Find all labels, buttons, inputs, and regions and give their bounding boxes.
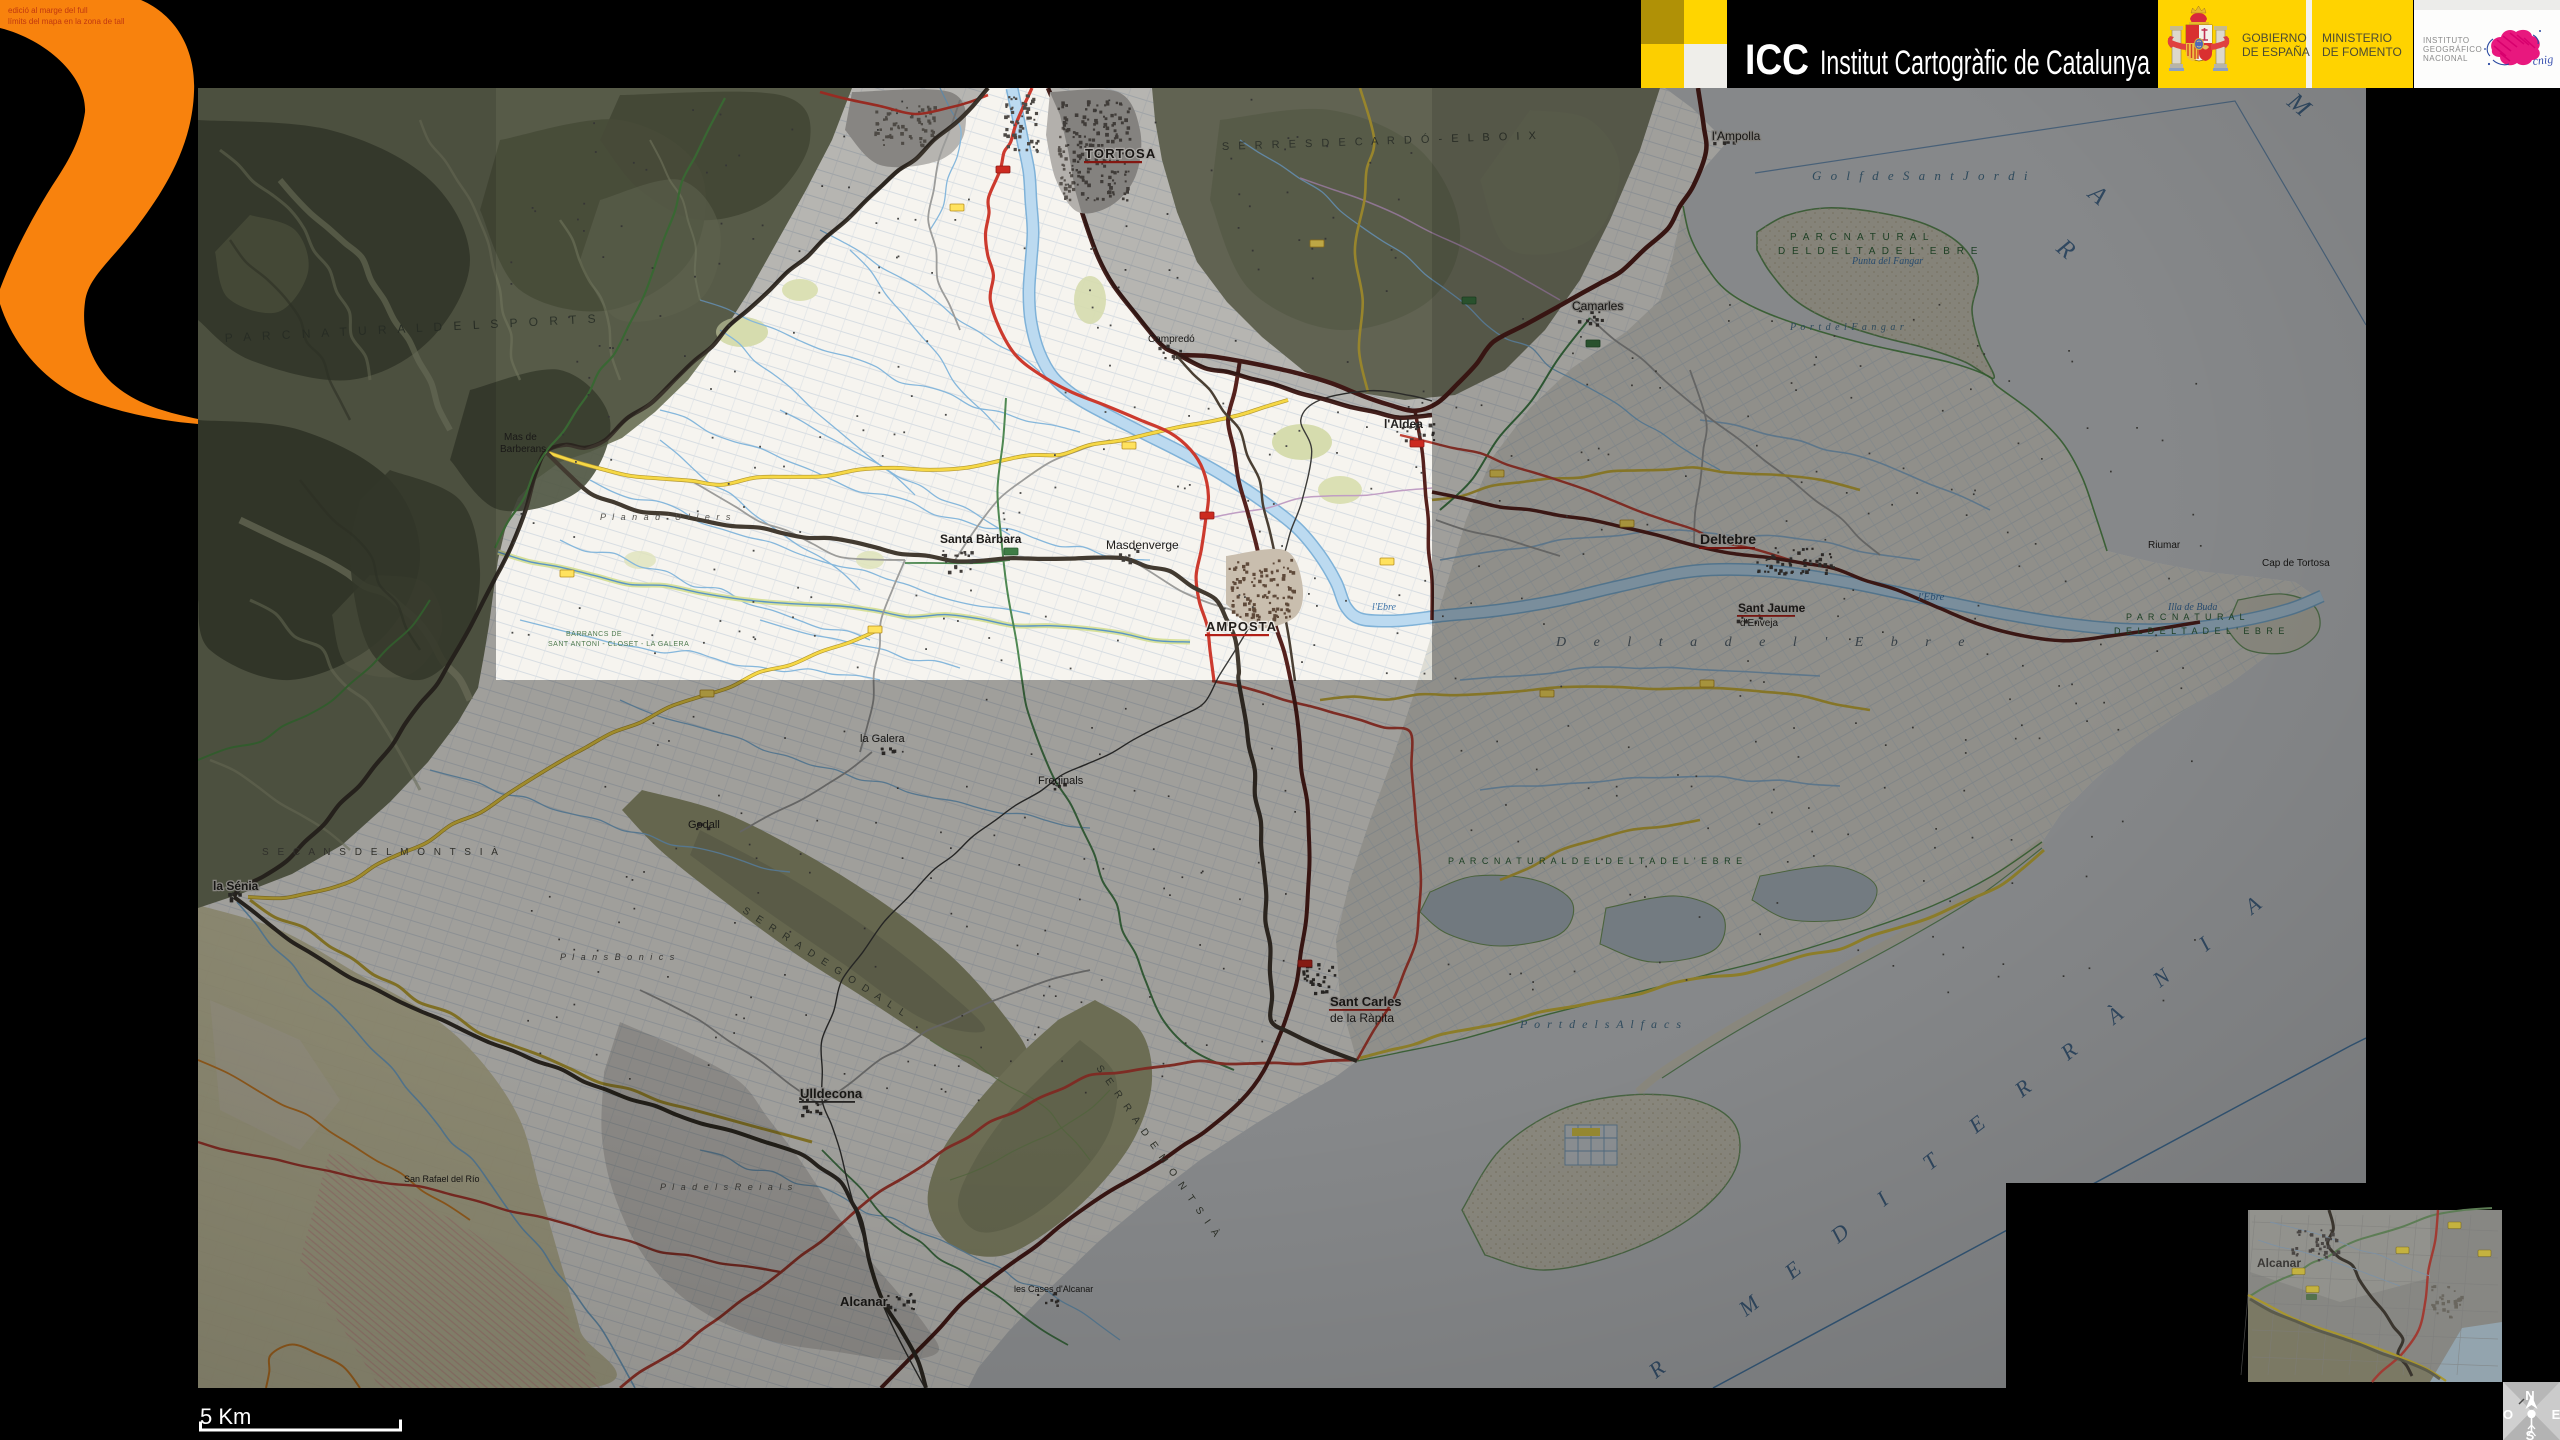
svg-text:cnig: cnig bbox=[2532, 52, 2554, 68]
svg-text:MINISTERIO: MINISTERIO bbox=[2322, 31, 2392, 45]
svg-text:DE FOMENTO: DE FOMENTO bbox=[2322, 45, 2402, 59]
svg-text:GOBIERNO: GOBIERNO bbox=[2242, 31, 2307, 45]
svg-text:5 Km: 5 Km bbox=[200, 1404, 251, 1429]
svg-text:E: E bbox=[2552, 1407, 2560, 1422]
svg-text:GEOGRÁFICO: GEOGRÁFICO bbox=[2423, 45, 2482, 54]
svg-text:NACIONAL: NACIONAL bbox=[2423, 54, 2468, 63]
svg-text:límits del mapa en la zona de: límits del mapa en la zona de tall bbox=[8, 17, 125, 26]
svg-text:O: O bbox=[2503, 1407, 2513, 1422]
svg-text:ICC: ICC bbox=[1745, 36, 1809, 84]
svg-text:DE ESPAÑA: DE ESPAÑA bbox=[2242, 45, 2310, 59]
svg-text:S: S bbox=[2526, 1428, 2535, 1440]
svg-text:INSTITUTO: INSTITUTO bbox=[2423, 36, 2470, 45]
svg-text:edició al marge del full: edició al marge del full bbox=[8, 6, 88, 15]
svg-text:Institut Cartogràfic de Catalu: Institut Cartogràfic de Catalunya bbox=[1820, 44, 2150, 82]
svg-text:N: N bbox=[2525, 1388, 2534, 1403]
